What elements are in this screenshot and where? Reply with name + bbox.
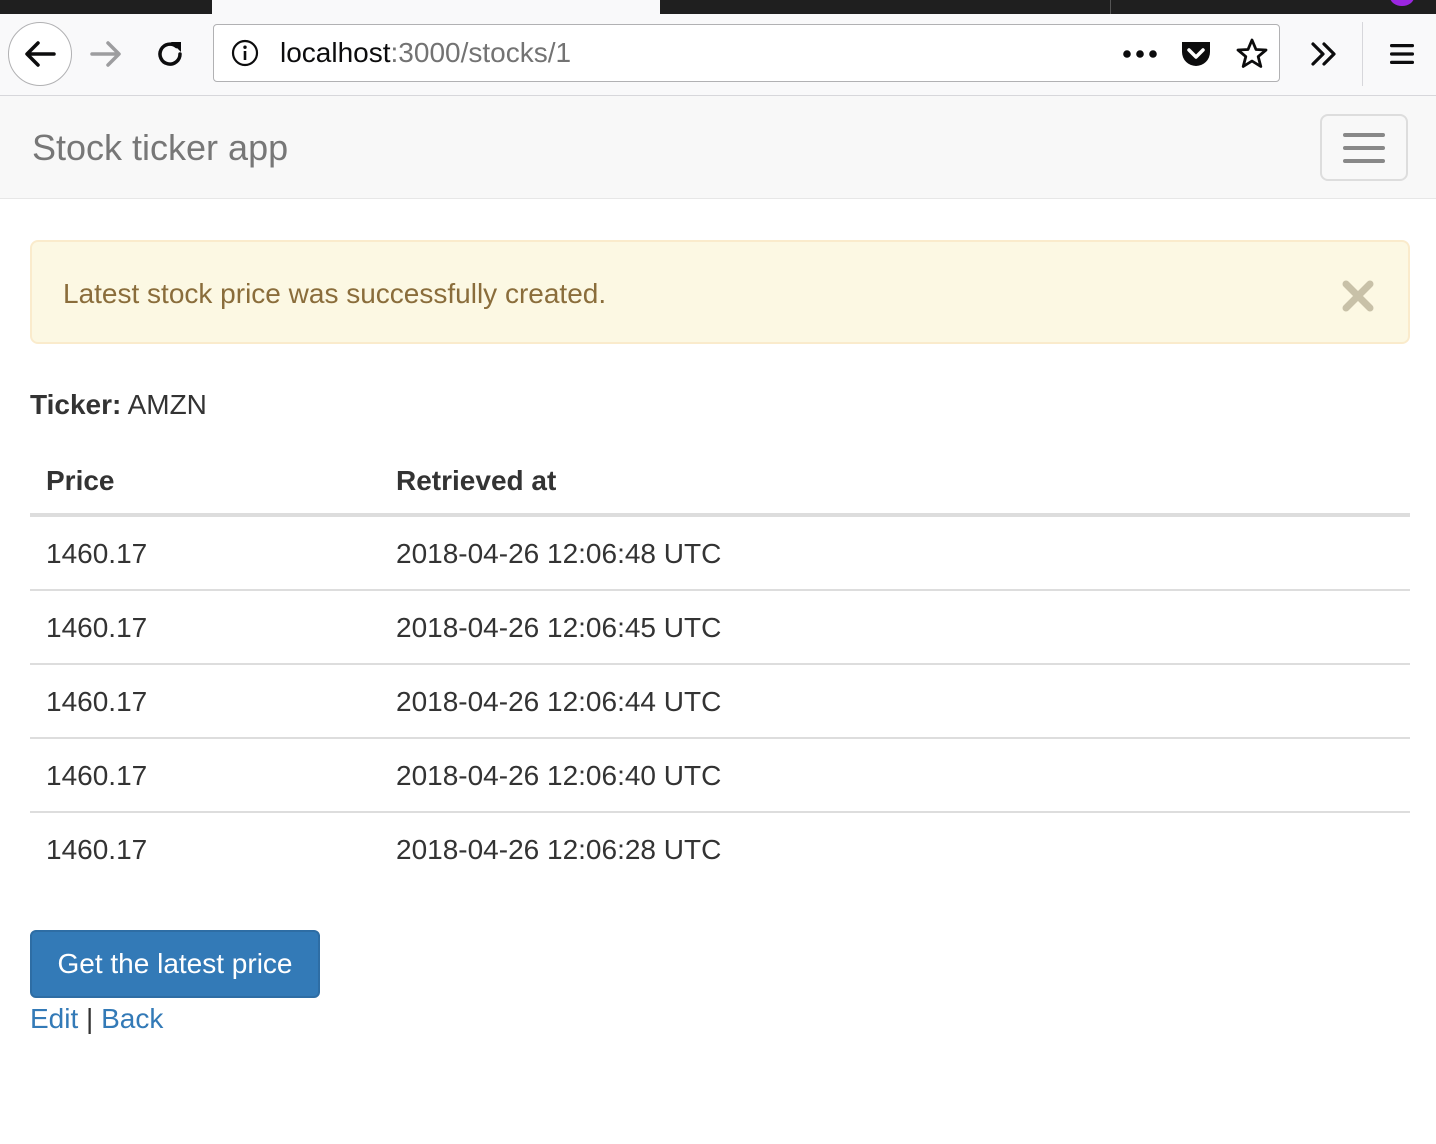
hamburger-bar (1343, 159, 1385, 163)
hamburger-menu-icon (1343, 133, 1385, 137)
reload-icon (158, 42, 182, 66)
url-host: localhost (280, 37, 391, 68)
price-cell: 1460.17 (46, 834, 148, 865)
forward-arrow-icon (90, 41, 121, 67)
hamburger-menu-icon (1390, 44, 1414, 64)
retrieved-at-cell: 2018-04-26 12:06:44 UTC (396, 686, 722, 717)
url-path: :3000/stocks/1 (390, 37, 572, 68)
url-text[interactable]: localhost:3000/stocks/1 (280, 38, 571, 68)
ticker-label: Ticker: (30, 389, 122, 420)
retrieved-at-cell: 2018-04-26 12:06:48 UTC (396, 538, 722, 569)
tab-separator (1110, 0, 1111, 14)
app-navbar: Stock ticker app (0, 96, 1436, 199)
active-tab[interactable] (212, 0, 660, 14)
tab-strip (0, 0, 1436, 14)
more-dots-icon[interactable] (1120, 39, 1160, 69)
retrieved-at-cell: 2018-04-26 12:06:40 UTC (396, 760, 722, 791)
retrieved-at-cell: 2018-04-26 12:06:28 UTC (396, 834, 722, 865)
navbar-toggle-button[interactable] (1320, 114, 1408, 181)
overflow-chevron-icon (1311, 42, 1336, 66)
hamburger-bar (1343, 146, 1385, 150)
star-icon[interactable] (1232, 37, 1272, 71)
column-header-price: Price (46, 465, 115, 496)
info-icon[interactable] (230, 38, 260, 68)
table-row: 1460.17 2018-04-26 12:06:48 UTC (30, 517, 1410, 591)
price-cell: 1460.17 (46, 612, 148, 643)
account-avatar[interactable] (1390, 0, 1414, 6)
navbar-brand[interactable]: Stock ticker app (32, 128, 288, 168)
close-icon[interactable] (1338, 276, 1378, 316)
footer-links: Edit | Back (30, 1002, 163, 1036)
table-row: 1460.17 2018-04-26 12:06:44 UTC (30, 665, 1410, 739)
price-cell: 1460.17 (46, 686, 148, 717)
url-bar[interactable]: localhost:3000/stocks/1 (213, 24, 1280, 82)
ticker-value: AMZN (127, 389, 207, 420)
table-row: 1460.17 2018-04-26 12:06:45 UTC (30, 591, 1410, 665)
pocket-icon[interactable] (1176, 37, 1216, 71)
overflow-button[interactable] (1302, 32, 1346, 76)
prices-table: Price Retrieved at 1460.17 2018-04-26 12… (30, 444, 1410, 887)
ticker-line: Ticker: AMZN (30, 389, 207, 421)
browser-menu-button[interactable] (1380, 32, 1424, 76)
toolbar-divider (1362, 22, 1363, 86)
table-row: 1460.17 2018-04-26 12:06:40 UTC (30, 739, 1410, 813)
alert-message: Latest stock price was successfully crea… (63, 278, 607, 309)
price-cell: 1460.17 (46, 538, 148, 569)
back-arrow-icon (25, 41, 56, 67)
get-latest-price-button[interactable]: Get the latest price (30, 930, 320, 998)
column-header-retrieved-at: Retrieved at (396, 465, 557, 496)
browser-toolbar: localhost:3000/stocks/1 (0, 14, 1436, 96)
back-link[interactable]: Back (101, 1003, 163, 1034)
back-button[interactable] (8, 22, 72, 86)
table-row: 1460.17 2018-04-26 12:06:28 UTC (30, 813, 1410, 887)
forward-button[interactable] (84, 30, 128, 78)
price-cell: 1460.17 (46, 760, 148, 791)
reload-button[interactable] (148, 30, 192, 78)
link-separator: | (86, 1003, 94, 1034)
notice-alert: Latest stock price was successfully crea… (30, 240, 1410, 344)
edit-link[interactable]: Edit (30, 1003, 78, 1034)
table-header-row: Price Retrieved at (30, 444, 1410, 517)
retrieved-at-cell: 2018-04-26 12:06:45 UTC (396, 612, 722, 643)
